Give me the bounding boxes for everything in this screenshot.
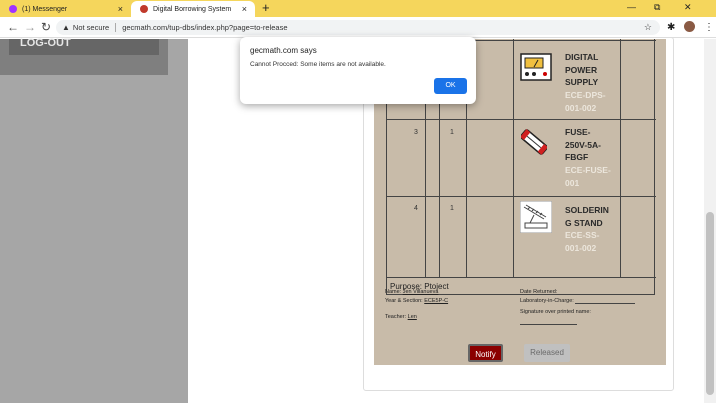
security-label: Not secure <box>72 23 110 32</box>
soldering-stand-icon <box>520 201 552 233</box>
messenger-icon <box>9 5 17 13</box>
item-name: DIGITAL POWER SUPPLY <box>565 52 599 87</box>
sidebar-panel: LOG-OUT <box>0 38 168 75</box>
dialog-title: gecmath.com says <box>250 46 317 55</box>
notify-button[interactable]: Notify <box>468 344 503 362</box>
row-quantity: 1 <box>450 129 454 136</box>
power-supply-icon <box>520 53 552 81</box>
item-code: ECE-SS- 001-002 <box>565 230 600 253</box>
row-quantity: 1 <box>450 205 454 212</box>
dialog-message: Cannot Procced: Some items are not avail… <box>250 61 386 68</box>
borrower-section: Year & Section: ECE5P-C <box>385 298 449 304</box>
tab-digital-borrowing-system[interactable]: Digital Borrowing System × <box>131 1 255 17</box>
forward-button[interactable]: → <box>24 20 36 34</box>
close-tab-icon[interactable]: × <box>118 4 123 14</box>
row-number: 4 <box>414 205 418 212</box>
item-name: SOLDERIN G STAND <box>565 205 609 228</box>
ok-button[interactable]: OK <box>434 78 467 94</box>
alert-dialog: gecmath.com says Cannot Procced: Some it… <box>240 37 476 104</box>
separator <box>115 23 117 32</box>
signature-field: Signature over printed name: <box>520 309 591 315</box>
restore-button[interactable]: ⧉ <box>654 2 660 13</box>
date-returned: Date Returned: <box>520 289 619 295</box>
signature-line <box>520 324 577 325</box>
fuse-icon <box>521 129 547 155</box>
tab-title: (1) Messenger <box>22 5 68 13</box>
close-tab-icon[interactable]: × <box>242 4 247 14</box>
scrollbar-thumb[interactable] <box>706 212 714 395</box>
borrower-name: Name: Jen Villanueva <box>385 289 439 295</box>
close-window-button[interactable]: ✕ <box>684 2 692 13</box>
extensions-icon[interactable]: ✱ <box>667 22 675 33</box>
row-number: 3 <box>414 129 418 136</box>
profile-avatar[interactable] <box>684 21 695 32</box>
tab-strip: (1) Messenger × Digital Borrowing System… <box>0 0 716 17</box>
address-bar[interactable]: ▲ Not secure gecmath.com/tup-dbs/index.p… <box>56 20 660 35</box>
released-button[interactable]: Released <box>524 344 570 362</box>
tab-title: Digital Borrowing System <box>153 5 232 13</box>
reload-button[interactable]: ↻ <box>41 20 51 34</box>
sidebar: LOG-OUT <box>0 38 188 403</box>
back-button[interactable]: ← <box>7 20 19 34</box>
browser-menu-icon[interactable]: ⋮ <box>704 22 714 33</box>
borrower-teacher: Teacher: Len <box>385 314 417 320</box>
item-name: FUSE- 250V-5A- FBGF <box>565 127 601 162</box>
site-favicon-icon <box>140 5 148 13</box>
bookmark-star-icon[interactable]: ☆ <box>644 22 652 33</box>
url-text: gecmath.com/tup-dbs/index.php?page=to-re… <box>122 23 288 32</box>
page-scrollbar[interactable] <box>704 39 716 403</box>
new-tab-button[interactable]: + <box>262 1 270 15</box>
warning-icon: ▲ <box>62 23 70 32</box>
logout-button[interactable]: LOG-OUT <box>9 38 159 55</box>
tab-messenger[interactable]: (1) Messenger × <box>0 1 131 17</box>
item-code: ECE-DPS- 001-002 <box>565 90 606 113</box>
item-code: ECE-FUSE- 001 <box>565 165 611 188</box>
browser-toolbar: ← → ↻ ▲ Not secure gecmath.com/tup-dbs/i… <box>0 17 716 38</box>
minimize-button[interactable]: — <box>627 2 636 12</box>
lab-in-charge: Laboratory-in-Charge: <box>520 298 636 304</box>
